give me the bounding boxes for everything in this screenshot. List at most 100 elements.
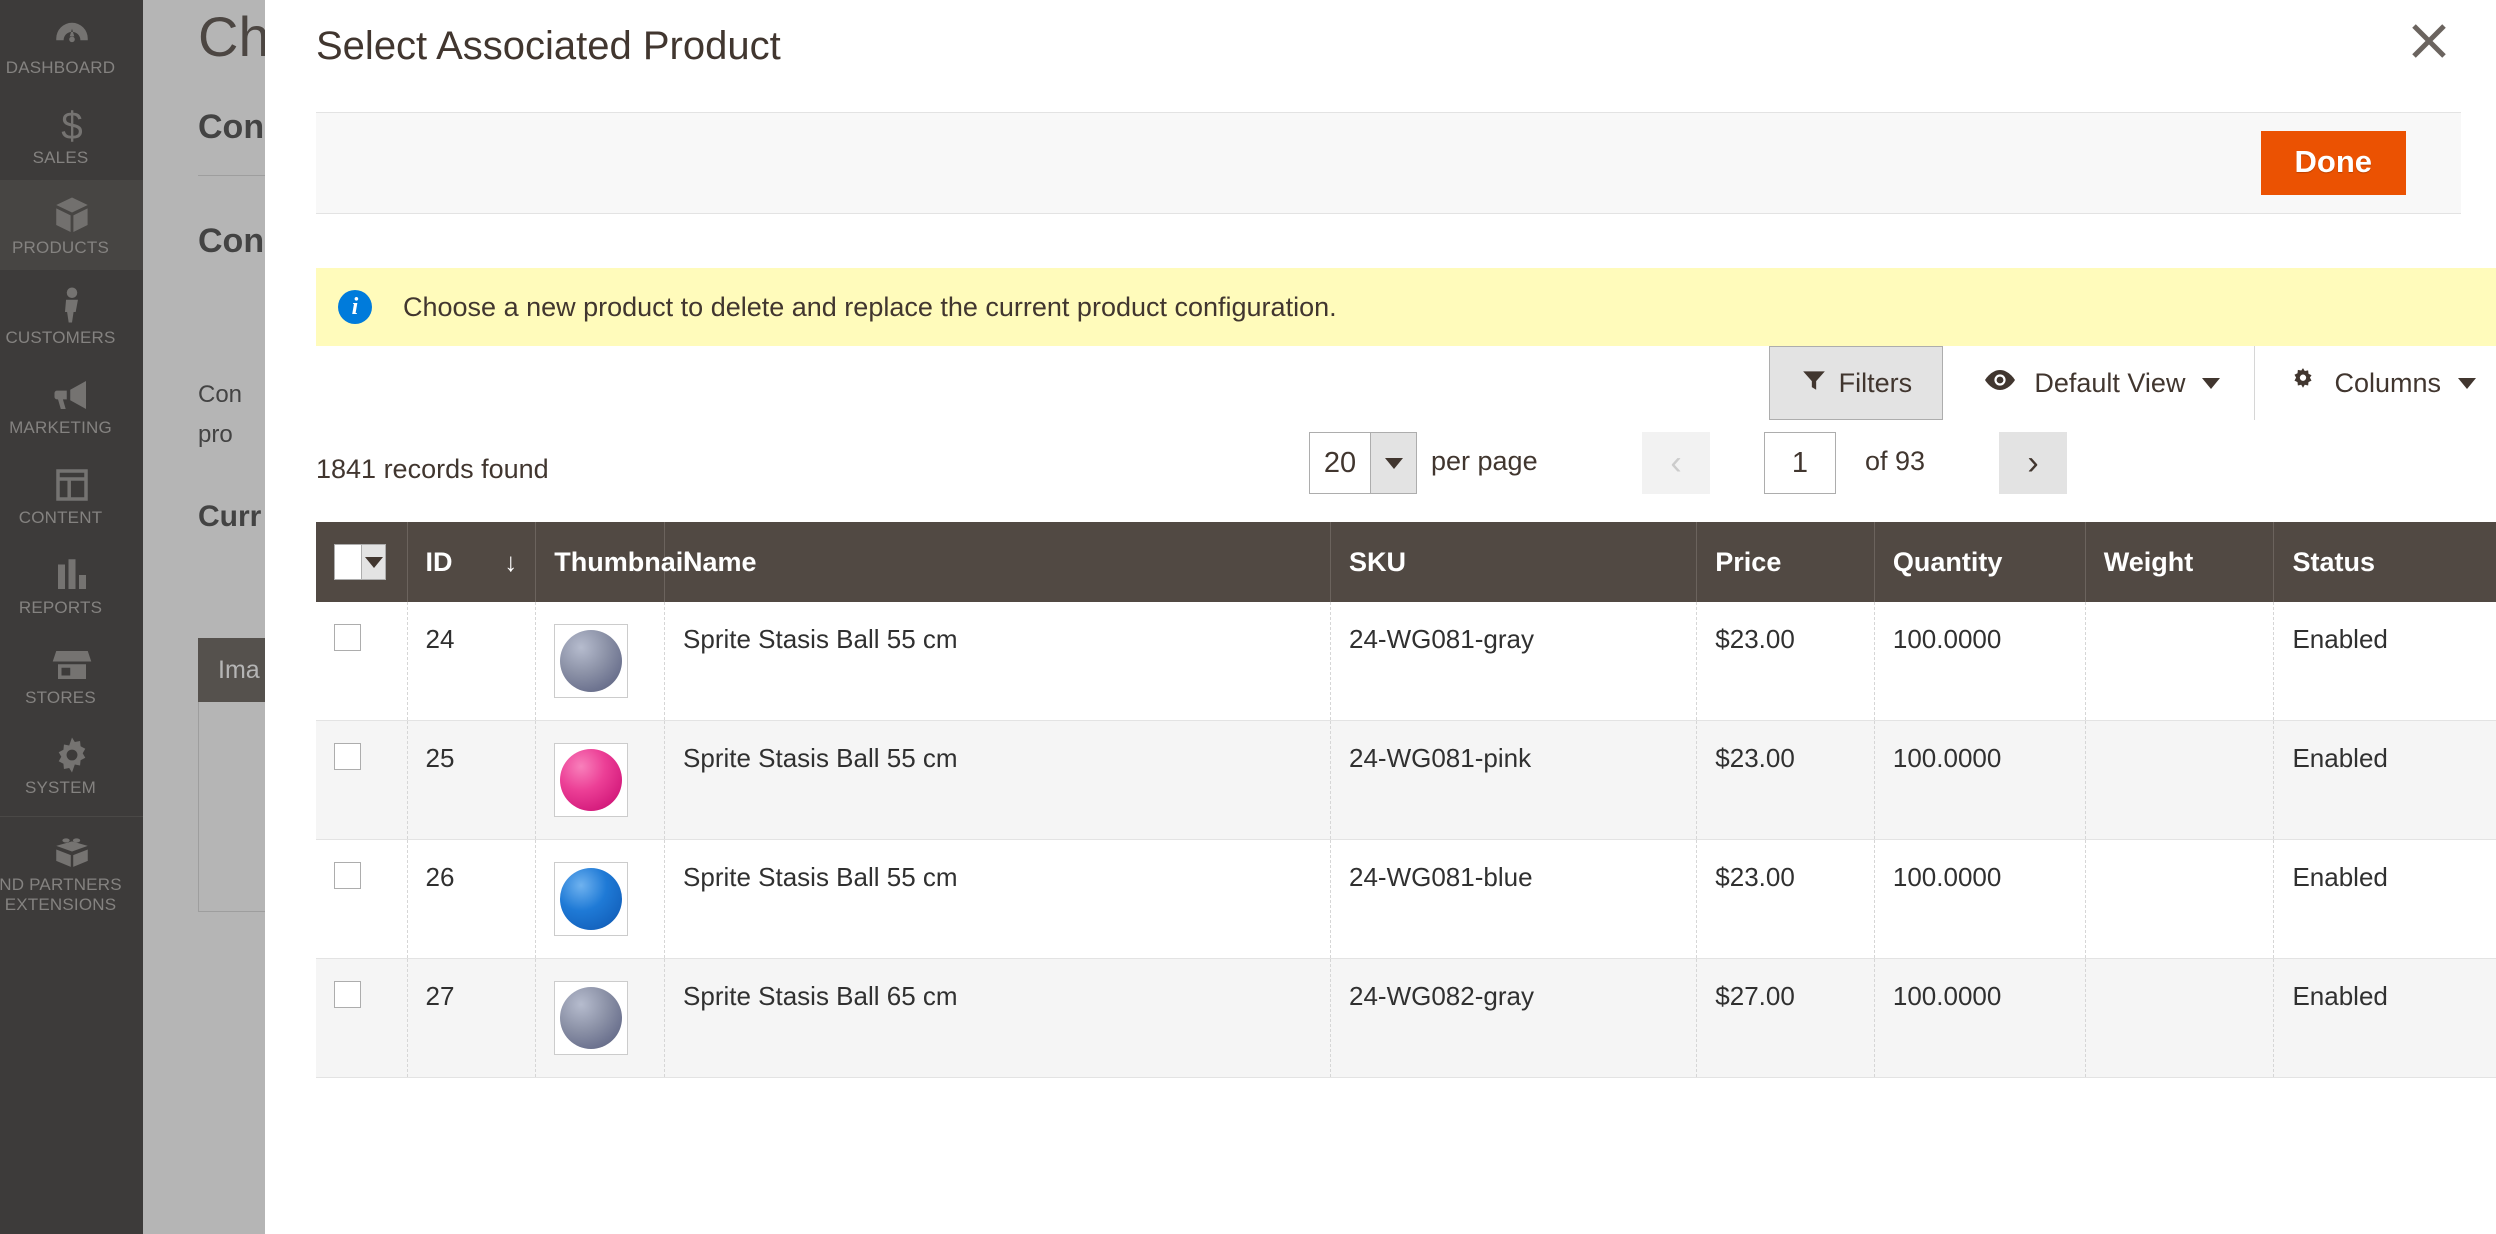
product-grid-container: ID ↓ Thumbnail Name SKU Price Quantity W… [316, 522, 2496, 1078]
cell-thumbnail [535, 602, 666, 721]
cell-quantity: 100.0000 [1874, 839, 2086, 959]
gear-icon [2289, 366, 2317, 401]
product-thumbnail [554, 743, 629, 817]
close-icon[interactable] [2397, 9, 2461, 73]
notice-text: Choose a new product to delete and repla… [403, 291, 1337, 322]
cell-price: $23.00 [1696, 720, 1875, 840]
cell-id: 26 [407, 839, 537, 959]
per-page-label: per page [1431, 446, 1538, 476]
modal-header: Select Associated Product [265, 0, 2496, 112]
cell-weight [2085, 720, 2275, 840]
table-row[interactable]: 27 Sprite Stasis Ball 65 cm 24-WG082-gray $… [316, 958, 2496, 1078]
cell-status: Enabled [2273, 720, 2496, 840]
funnel-icon [1801, 367, 1827, 400]
records-found-label: 1841 records found [316, 454, 549, 484]
product-grid-header: ID ↓ Thumbnail Name SKU Price Quantity W… [316, 522, 2496, 602]
cell-quantity: 100.0000 [1874, 958, 2086, 1078]
cell-status: Enabled [2273, 839, 2496, 959]
ball-blue-image [560, 868, 623, 930]
cell-thumbnail [535, 839, 666, 959]
previous-page-button[interactable]: ‹ [1642, 432, 1710, 494]
cell-name: Sprite Stasis Ball 55 cm [664, 839, 1331, 959]
cell-sku: 24-WG082-gray [1330, 958, 1698, 1078]
ball-gray-image [560, 630, 623, 692]
row-checkbox-cell[interactable] [316, 720, 408, 840]
done-button[interactable]: Done [2260, 131, 2406, 196]
select-all-checkbox[interactable] [335, 545, 361, 579]
grid-pagination-controls: 1841 records found 20 per page ‹ 1 of 93… [316, 432, 2496, 514]
cell-weight [2085, 602, 2275, 721]
column-header-price[interactable]: Price [1696, 522, 1875, 602]
ball-pink-image [560, 749, 623, 811]
cell-name: Sprite Stasis Ball 55 cm [664, 602, 1331, 721]
cell-quantity: 100.0000 [1874, 602, 2086, 721]
cell-sku: 24-WG081-pink [1330, 720, 1698, 840]
cell-thumbnail [535, 958, 666, 1078]
column-header-status[interactable]: Status [2273, 522, 2496, 602]
cell-name: Sprite Stasis Ball 65 cm [664, 958, 1331, 1078]
row-checkbox[interactable] [334, 981, 361, 1008]
columns-selector[interactable]: Columns [2255, 346, 2496, 420]
chevron-down-icon [2202, 377, 2221, 389]
table-row[interactable]: 26 Sprite Stasis Ball 55 cm 24-WG081-blue $… [316, 839, 2496, 959]
cell-price: $27.00 [1696, 958, 1875, 1078]
column-header-id[interactable]: ID ↓ [407, 522, 537, 602]
product-thumbnail [554, 862, 629, 936]
eye-icon [1983, 367, 2017, 400]
chevron-down-icon [2458, 377, 2476, 389]
column-label-id: ID [425, 546, 453, 577]
per-page-selector[interactable]: 20 [1309, 432, 1417, 494]
chevron-down-icon [1370, 433, 1416, 493]
cell-status: Enabled [2273, 958, 2496, 1078]
next-page-button[interactable]: › [1999, 432, 2067, 494]
ball-gray-image [560, 987, 623, 1049]
row-checkbox-cell[interactable] [316, 602, 408, 721]
column-header-quantity[interactable]: Quantity [1874, 522, 2086, 602]
cell-name: Sprite Stasis Ball 55 cm [664, 720, 1331, 840]
row-checkbox-cell[interactable] [316, 839, 408, 959]
cell-sku: 24-WG081-gray [1330, 602, 1698, 721]
cell-price: $23.00 [1696, 602, 1875, 721]
cell-weight [2085, 958, 2275, 1078]
table-row[interactable]: 24 Sprite Stasis Ball 55 cm 24-WG081-gray $… [316, 602, 2496, 721]
info-icon: i [338, 290, 372, 324]
row-checkbox[interactable] [334, 743, 361, 770]
column-header-weight[interactable]: Weight [2085, 522, 2275, 602]
filters-button[interactable]: Filters [1769, 346, 1944, 420]
product-thumbnail [554, 624, 629, 698]
chevron-down-icon[interactable] [361, 545, 385, 579]
page-number-input[interactable]: 1 [1764, 432, 1836, 494]
sort-desc-icon: ↓ [504, 546, 518, 577]
row-checkbox[interactable] [334, 862, 361, 889]
column-header-name[interactable]: Name [664, 522, 1331, 602]
select-associated-product-modal: Select Associated Product Done i Choose … [265, 0, 2496, 1234]
row-checkbox[interactable] [334, 624, 361, 651]
admin-page: Cha Con Con Con pro Curr Ima DASHBOARD $… [0, 0, 2496, 1234]
notice-message: i Choose a new product to delete and rep… [316, 268, 2496, 346]
cell-price: $23.00 [1696, 839, 1875, 959]
default-view-selector[interactable]: Default View [1957, 346, 2256, 420]
cell-id: 25 [407, 720, 537, 840]
grid-toolbar: Filters Default View Columns [316, 346, 2496, 420]
product-grid: ID ↓ Thumbnail Name SKU Price Quantity W… [316, 522, 2496, 1078]
cell-status: Enabled [2273, 602, 2496, 721]
cell-quantity: 100.0000 [1874, 720, 2086, 840]
select-all-dropdown[interactable] [334, 544, 386, 580]
table-row[interactable]: 25 Sprite Stasis Ball 55 cm 24-WG081-pink $… [316, 720, 2496, 840]
product-grid-body: 24 Sprite Stasis Ball 55 cm 24-WG081-gray $… [316, 602, 2496, 1078]
row-checkbox-cell[interactable] [316, 958, 408, 1078]
cell-id: 27 [407, 958, 537, 1078]
select-all-column[interactable] [316, 522, 408, 602]
table-header-row: ID ↓ Thumbnail Name SKU Price Quantity W… [316, 522, 2496, 602]
column-header-sku[interactable]: SKU [1330, 522, 1698, 602]
per-page-value: 20 [1323, 446, 1357, 479]
total-pages-label: of 93 [1865, 446, 1926, 476]
cell-weight [2085, 839, 2275, 959]
modal-action-bar: Done [316, 112, 2461, 214]
columns-label: Columns [2334, 367, 2441, 398]
column-header-thumbnail[interactable]: Thumbnail [535, 522, 691, 602]
filters-label: Filters [1838, 367, 1913, 398]
cell-id: 24 [407, 602, 537, 721]
default-view-label: Default View [2034, 367, 2186, 398]
cell-thumbnail [535, 720, 666, 840]
